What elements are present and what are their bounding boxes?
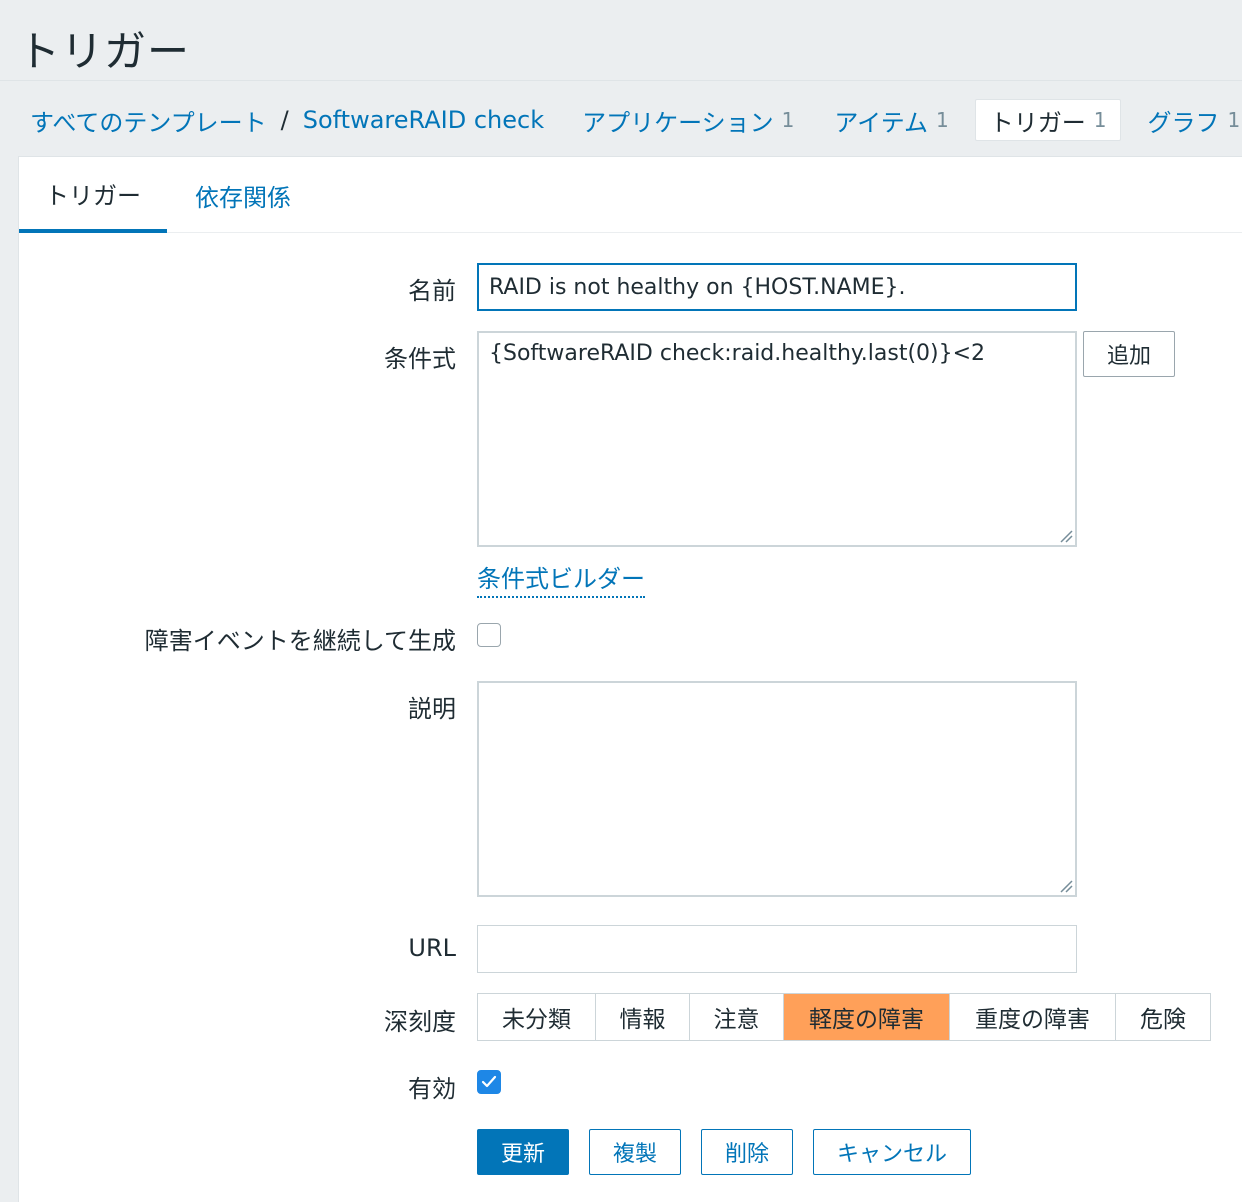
nav-tab-label: グラフ xyxy=(1147,108,1220,137)
delete-button[interactable]: 削除 xyxy=(701,1129,793,1175)
title-divider xyxy=(0,80,1242,81)
breadcrumb: すべてのテンプレート / SoftwareRAID check アプリケーション… xyxy=(30,98,1242,142)
form-tabs: トリガー 依存関係 xyxy=(19,157,1242,233)
url-input[interactable] xyxy=(477,925,1077,973)
nav-tab-label: アイテム xyxy=(834,108,928,137)
resize-handle-icon[interactable] xyxy=(1059,529,1073,543)
add-expression-button[interactable]: 追加 xyxy=(1083,331,1175,377)
nav-tab-graphs[interactable]: グラフ 1 xyxy=(1133,99,1242,141)
severity-selector: 未分類 情報 注意 軽度の障害 重度の障害 危険 xyxy=(477,993,1211,1041)
severity-warning[interactable]: 注意 xyxy=(690,994,784,1040)
breadcrumb-all-templates[interactable]: すべてのテンプレート xyxy=(30,103,267,138)
tab-trigger[interactable]: トリガー xyxy=(19,157,167,233)
breadcrumb-template-name[interactable]: SoftwareRAID check xyxy=(303,106,544,134)
severity-average[interactable]: 軽度の障害 xyxy=(784,994,950,1040)
severity-label: 深刻度 xyxy=(384,1008,456,1036)
nav-tab-label: トリガー xyxy=(989,108,1086,137)
breadcrumb-separator: / xyxy=(280,106,289,134)
nav-tab-count: 1 xyxy=(1093,108,1107,132)
nav-tab-items[interactable]: アイテム 1 xyxy=(820,99,962,141)
enabled-checkbox[interactable] xyxy=(477,1070,501,1094)
url-label: URL xyxy=(408,934,456,962)
name-label: 名前 xyxy=(408,277,456,305)
severity-high[interactable]: 重度の障害 xyxy=(950,994,1116,1040)
multiple-events-label: 障害イベントを継続して生成 xyxy=(144,627,456,655)
cancel-button[interactable]: キャンセル xyxy=(813,1129,971,1175)
multiple-events-checkbox[interactable] xyxy=(477,623,501,647)
nav-tab-count: 1 xyxy=(781,108,795,132)
nav-tab-label: アプリケーション xyxy=(582,108,774,137)
checkmark-icon xyxy=(481,1075,497,1088)
expression-builder-link[interactable]: 条件式ビルダー xyxy=(477,559,645,598)
tab-dependencies[interactable]: 依存関係 xyxy=(193,157,293,233)
description-label: 説明 xyxy=(408,695,456,723)
severity-information[interactable]: 情報 xyxy=(596,994,690,1040)
name-input[interactable] xyxy=(477,263,1077,311)
nav-tab-applications[interactable]: アプリケーション 1 xyxy=(568,99,808,141)
nav-tab-count: 1 xyxy=(1227,108,1241,132)
severity-disaster[interactable]: 危険 xyxy=(1116,994,1210,1040)
enabled-label: 有効 xyxy=(408,1075,456,1103)
expression-label: 条件式 xyxy=(384,345,456,373)
description-textarea[interactable] xyxy=(477,681,1077,897)
severity-not-classified[interactable]: 未分類 xyxy=(478,994,596,1040)
trigger-form-panel: トリガー 依存関係 名前 条件式 {SoftwareRAID check:rai… xyxy=(18,156,1242,1202)
clone-button[interactable]: 複製 xyxy=(589,1129,681,1175)
nav-tab-triggers[interactable]: トリガー 1 xyxy=(974,99,1122,141)
nav-tab-count: 1 xyxy=(935,108,949,132)
resize-handle-icon[interactable] xyxy=(1059,879,1073,893)
expression-textarea[interactable]: {SoftwareRAID check:raid.healthy.last(0)… xyxy=(477,331,1077,547)
update-button[interactable]: 更新 xyxy=(477,1129,569,1175)
page-title: トリガー xyxy=(18,27,191,76)
